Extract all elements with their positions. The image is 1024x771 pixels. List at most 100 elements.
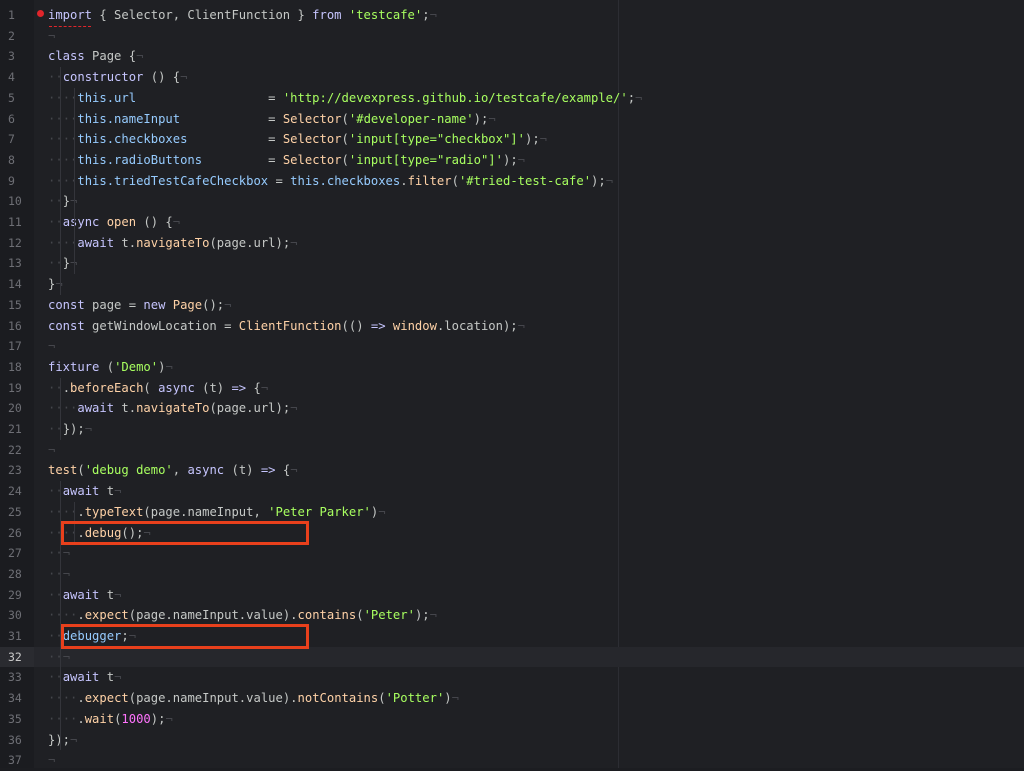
code-line[interactable]: 25 ····.typeText(page.nameInput, 'Peter P… (0, 502, 1024, 523)
lint-error-squiggle (49, 24, 91, 27)
code-line[interactable]: 19 ··.beforeEach( async (t) => {¬ (0, 378, 1024, 399)
code-line[interactable]: 5 ····this.url = 'http://devexpress.githu… (0, 88, 1024, 109)
eol-marker: ¬ (48, 442, 56, 457)
code-line[interactable]: 9 ····this.triedTestCafeCheckbox = this.c… (0, 171, 1024, 192)
breakpoint-icon[interactable] (37, 10, 44, 17)
code-line[interactable]: 20 ····await t.navigateTo(page.url);¬ (0, 398, 1024, 419)
line-text: const page = new Page();¬ (48, 295, 1024, 316)
eol-marker: ¬ (48, 753, 56, 768)
line-number: 11 (8, 215, 22, 229)
code-token: page = (84, 297, 144, 312)
indent-guide-line (74, 87, 76, 275)
code-line[interactable]: 2 ¬ (0, 26, 1024, 47)
eol-marker: ¬ (114, 484, 122, 499)
code-token: await (77, 401, 115, 416)
code-line[interactable]: 10 ··}¬ (0, 191, 1024, 212)
code-token: ; (422, 8, 430, 22)
code-line[interactable]: 11 ··async open () {¬ (0, 212, 1024, 233)
line-text: ··await t¬ (48, 585, 1024, 606)
code-line[interactable]: 27 ··¬ (0, 543, 1024, 564)
line-number: 30 (8, 608, 22, 623)
eol-marker: ¬ (48, 28, 56, 43)
code-token: 1000 (121, 711, 151, 726)
code-token: getWindowLocation = (84, 318, 239, 333)
line-number: 23 (8, 463, 22, 478)
line-text: });¬ (48, 730, 1024, 751)
code-line[interactable]: 4 ··constructor () {¬ (0, 67, 1024, 88)
code-line[interactable]: 14}¬ (0, 274, 1024, 295)
code-line[interactable]: 28 ··¬ (0, 564, 1024, 585)
line-text: ····this.checkboxes = Selector('input[ty… (48, 129, 1024, 150)
code-token: { (246, 380, 261, 395)
line-text: class Page {¬ (48, 46, 1024, 67)
eol-marker: ¬ (165, 359, 173, 374)
code-token: const (48, 297, 85, 312)
code-line[interactable]: 30 ····.expect(page.nameInput.value).cont… (0, 605, 1024, 626)
code-token: t (99, 670, 115, 685)
code-line[interactable]: 3 class Page {¬ (0, 46, 1024, 67)
code-token: . (400, 173, 408, 188)
code-line[interactable]: 16 const getWindowLocation = ClientFuncti… (0, 316, 1024, 337)
code-line[interactable]: 7 ····this.checkboxes = Selector('input[t… (0, 129, 1024, 150)
line-text: ··constructor () {¬ (48, 67, 1024, 88)
code-token: (() (341, 318, 371, 333)
line-number: 35 (8, 711, 22, 726)
code-token: (); (202, 297, 225, 312)
code-line[interactable]: 21 ··});¬ (0, 419, 1024, 440)
code-line[interactable]: 13 ··}¬ (0, 253, 1024, 274)
code-line[interactable]: 36});¬ (0, 730, 1024, 751)
code-line[interactable]: 17 ¬ (0, 336, 1024, 357)
code-token: Page { (84, 49, 137, 64)
line-number: 31 (8, 629, 22, 643)
code-token: t (99, 587, 115, 602)
eol-marker: ¬ (136, 49, 144, 64)
eol-marker: ¬ (429, 8, 437, 22)
annotation-box (61, 520, 309, 546)
code-line[interactable]: 23 test('debug demo', async (t) => {¬ (0, 460, 1024, 481)
code-token: await (62, 670, 100, 685)
code-token: this.url (77, 90, 137, 105)
code-token: (page.url); (209, 235, 291, 250)
line-text: ··}¬ (48, 191, 1024, 212)
code-token: this.triedTestCafeCheckbox (77, 173, 269, 188)
code-token: ); (591, 173, 606, 188)
eol-marker: ¬ (62, 649, 71, 664)
code-token: (t) (224, 463, 261, 478)
line-text: ··.beforeEach( async (t) => {¬ (48, 378, 1024, 399)
code-token: 'Demo' (114, 359, 159, 374)
code-token: () { (136, 215, 173, 229)
indent-guide: ·· (62, 608, 78, 623)
code-token: test (48, 463, 78, 478)
code-token: navigateTo (136, 235, 210, 250)
code-editor[interactable]: 1 import { Selector, ClientFunction } fro… (0, 0, 1024, 768)
code-line[interactable]: 22 ¬ (0, 440, 1024, 461)
code-token: this.checkboxes (77, 132, 188, 147)
code-line[interactable]: 1 import { Selector, ClientFunction } fro… (0, 5, 1024, 26)
line-number: 13 (8, 256, 22, 271)
line-number: 5 (8, 90, 15, 105)
code-line[interactable]: 33 ··await t¬ (0, 667, 1024, 688)
code-line[interactable]: 32 ··¬ (0, 646, 1024, 668)
code-token: 'Peter' (363, 608, 415, 623)
line-text: ····this.nameInput = Selector('#develope… (48, 109, 1024, 130)
code-line[interactable]: 18 fixture ('Demo')¬ (0, 357, 1024, 378)
line-number: 14 (8, 277, 22, 292)
line-number: 25 (8, 504, 22, 519)
code-token: (page.nameInput.value). (128, 691, 298, 706)
code-token: ( (99, 359, 115, 374)
code-line[interactable]: 35 ····.wait(1000);¬ (0, 709, 1024, 730)
code-line[interactable]: 24 ··await t¬ (0, 481, 1024, 502)
code-line[interactable]: 15 const page = new Page();¬ (0, 295, 1024, 316)
line-number: 8 (8, 152, 15, 167)
code-line[interactable]: 34 ····.expect(page.nameInput.value).notC… (0, 688, 1024, 709)
line-number: 28 (8, 566, 22, 581)
code-line[interactable]: 6 ····this.nameInput = Selector('#develop… (0, 109, 1024, 130)
line-text: ····await t.navigateTo(page.url);¬ (48, 398, 1024, 419)
code-line[interactable]: 12 ····await t.navigateTo(page.url);¬ (0, 233, 1024, 254)
eol-marker: ¬ (429, 608, 437, 623)
code-line[interactable]: 29 ··await t¬ (0, 585, 1024, 606)
eol-marker: ¬ (84, 422, 93, 436)
code-line[interactable]: 8 ····this.radioButtons = Selector('input… (0, 150, 1024, 171)
line-number: 29 (8, 587, 22, 602)
